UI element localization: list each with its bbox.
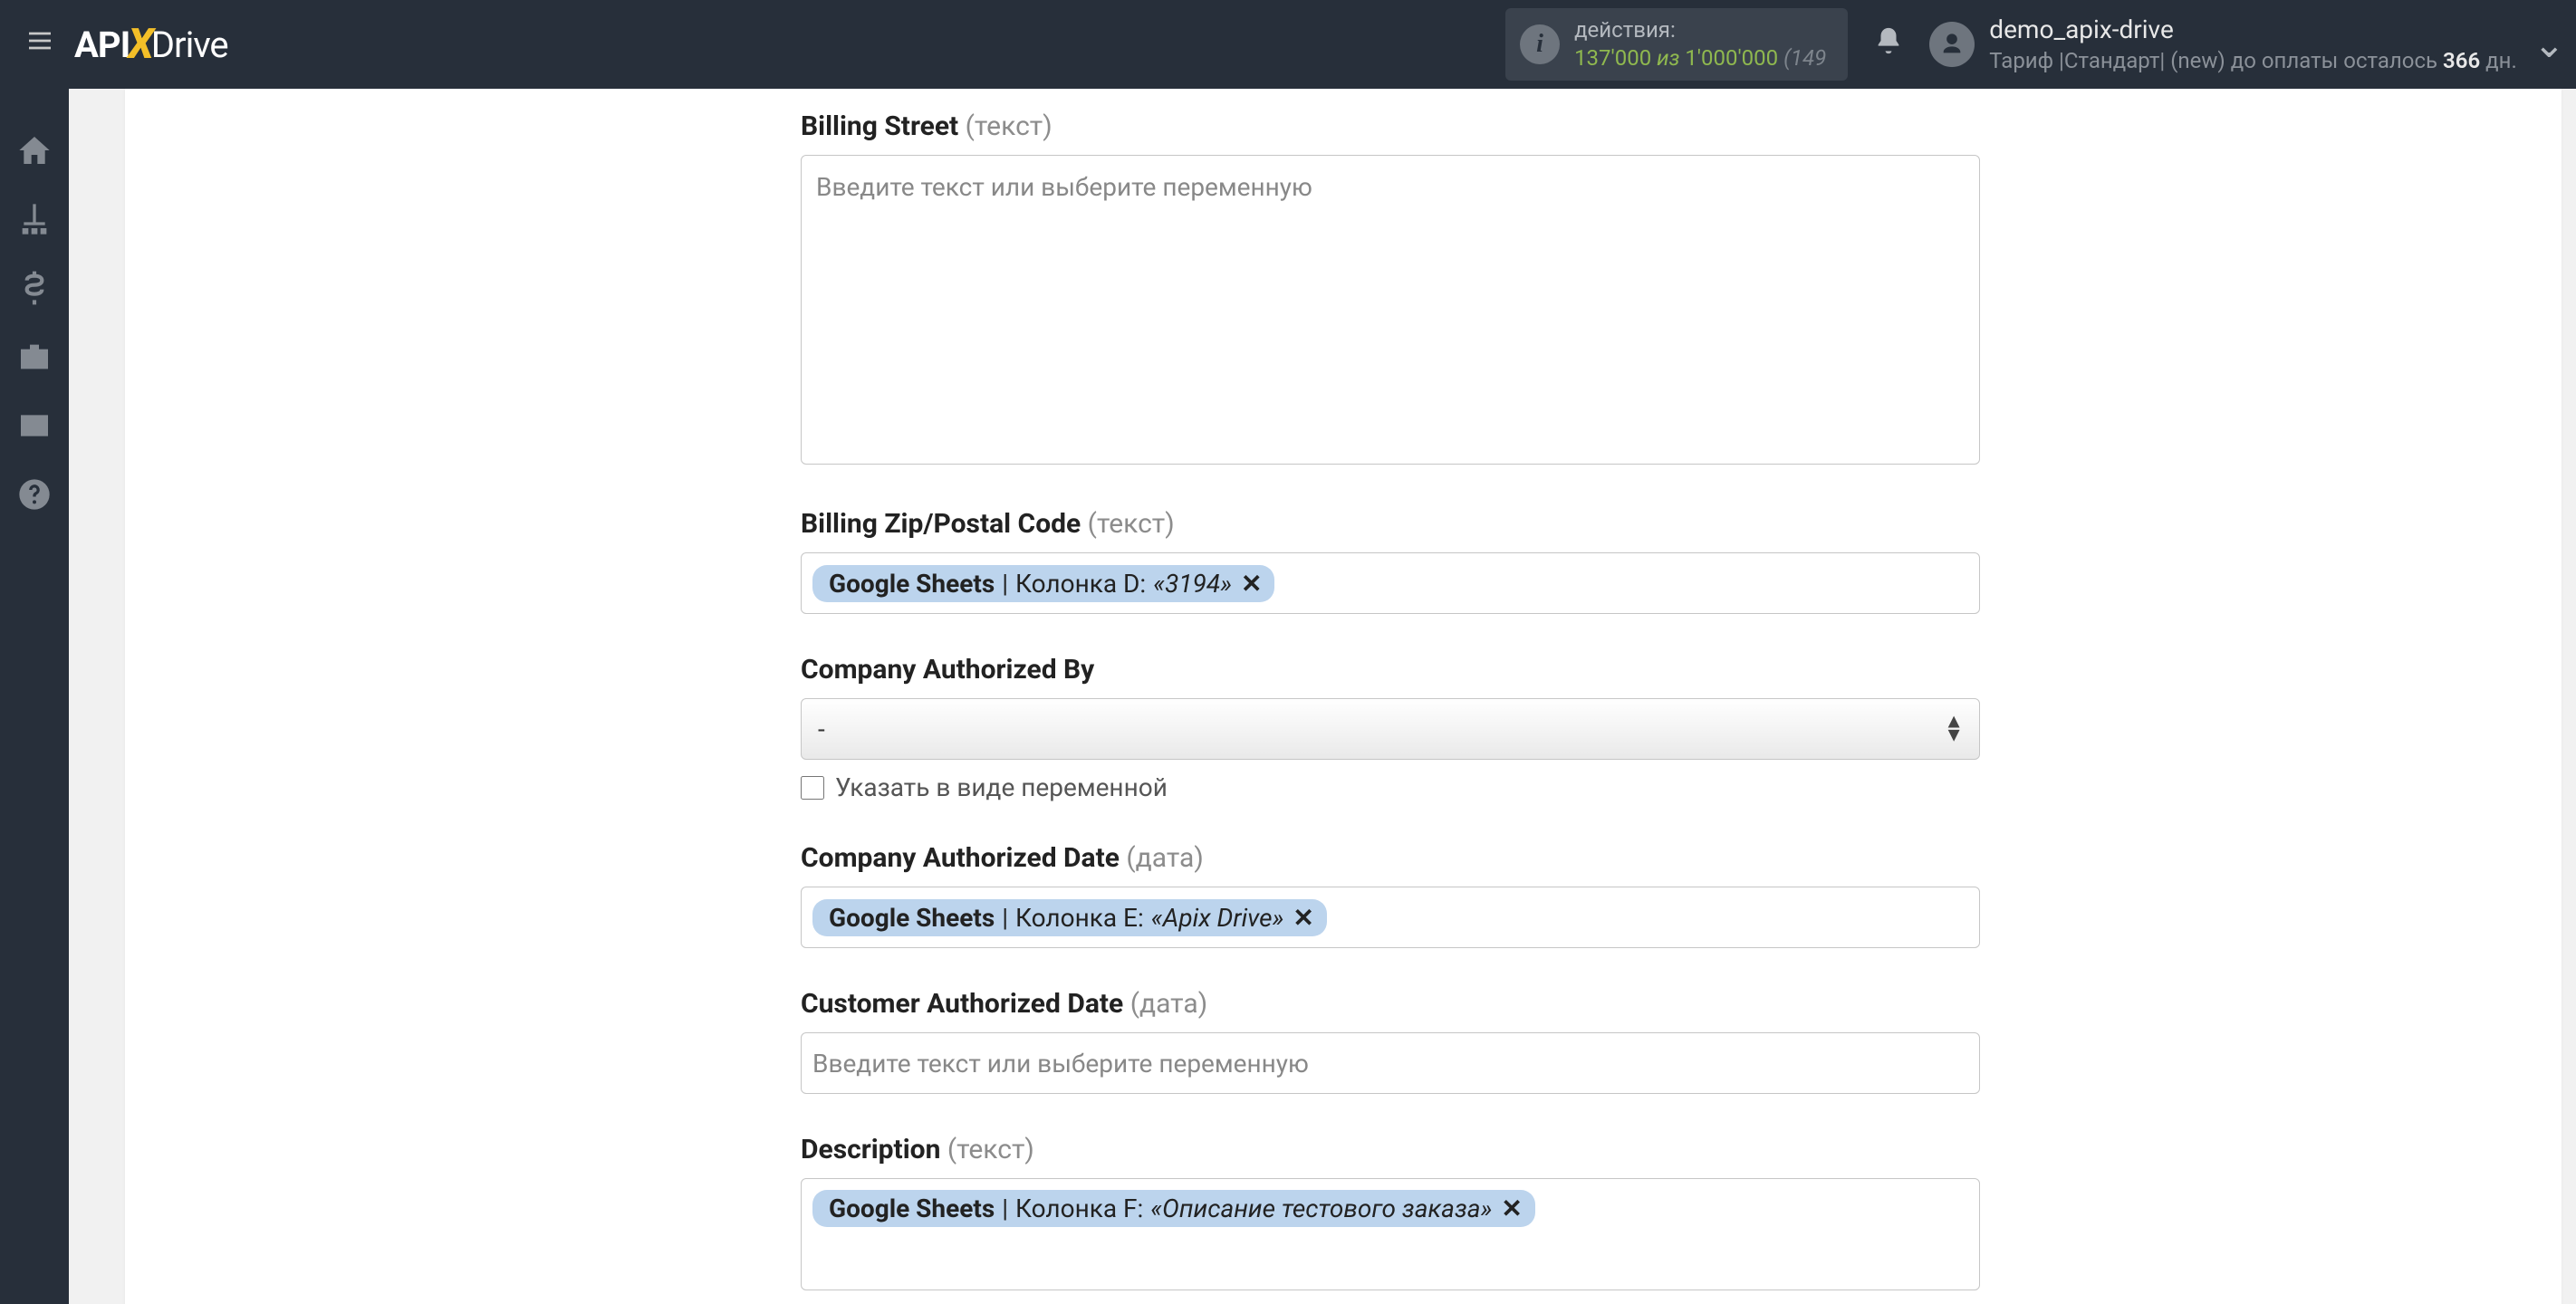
field-company-authorized-by: Company Authorized By - ▲▼ Указать в вид… — [801, 654, 1980, 802]
topbar-right: i действия: 137'000 из 1'000'000 (149 de… — [1505, 8, 2558, 81]
status-numbers: 137'000 из 1'000'000 (149 — [1574, 44, 1826, 72]
user-block[interactable]: demo_apix-drive Тариф |Стандарт| (new) д… — [1929, 14, 2517, 75]
topbar: API X Drive i действия: 137'000 из 1'000… — [0, 0, 2576, 89]
field-label: Customer Authorized Date (дата) — [801, 988, 1980, 1020]
help-icon[interactable] — [0, 460, 69, 529]
status-label: действия: — [1574, 16, 1826, 44]
chip-remove-icon[interactable]: ✕ — [1293, 903, 1313, 933]
info-icon: i — [1520, 24, 1560, 64]
sidebar — [0, 89, 69, 1304]
field-customer-authorized-date: Customer Authorized Date (дата) — [801, 988, 1980, 1094]
status-lines: действия: 137'000 из 1'000'000 (149 — [1574, 16, 1826, 72]
checkbox-label: Указать в виде переменной — [835, 772, 1168, 802]
logo[interactable]: API X Drive — [74, 20, 228, 69]
field-description: Description (текст) Google Sheets | Коло… — [801, 1134, 1980, 1290]
contact-card-icon[interactable] — [0, 391, 69, 460]
logo-x: X — [128, 20, 152, 69]
field-billing-zip: Billing Zip/Postal Code (текст) Google S… — [801, 508, 1980, 614]
form-card: Billing Street (текст) Billing Zip/Posta… — [125, 89, 2562, 1304]
avatar-icon — [1929, 22, 1975, 67]
field-label: Billing Zip/Postal Code (текст) — [801, 508, 1980, 540]
field-label: Billing Street (текст) — [801, 110, 1980, 142]
company-authorized-by-select[interactable]: - — [801, 698, 1980, 760]
billing-zip-input[interactable]: Google Sheets | Колонка D: «3194» ✕ — [801, 552, 1980, 614]
sitemap-icon[interactable] — [0, 185, 69, 254]
canvas: Billing Street (текст) Billing Zip/Posta… — [69, 89, 2576, 1304]
page-scroll[interactable]: Billing Street (текст) Billing Zip/Posta… — [69, 89, 2576, 1304]
notifications-icon[interactable] — [1864, 25, 1913, 64]
chip-remove-icon[interactable]: ✕ — [1501, 1194, 1522, 1223]
billing-street-input[interactable] — [801, 155, 1980, 465]
description-input[interactable]: Google Sheets | Колонка F: «Описание тес… — [801, 1178, 1980, 1290]
chevron-down-icon[interactable]: ⌄ — [2533, 22, 2565, 67]
field-billing-street: Billing Street (текст) — [801, 110, 1980, 468]
home-icon[interactable] — [0, 116, 69, 185]
as-variable-checkbox-row[interactable]: Указать в виде переменной — [801, 772, 1980, 802]
chip-remove-icon[interactable]: ✕ — [1241, 569, 1262, 599]
user-lines: demo_apix-drive Тариф |Стандарт| (new) д… — [1989, 14, 2517, 75]
field-label: Company Authorized By — [801, 654, 1980, 686]
logo-drive: Drive — [151, 24, 228, 66]
logo-api: API — [74, 24, 130, 66]
menu-icon[interactable] — [11, 25, 69, 63]
form-column: Billing Street (текст) Billing Zip/Posta… — [801, 89, 1980, 1304]
field-label: Company Authorized Date (дата) — [801, 842, 1980, 874]
user-plan: Тариф |Стандарт| (new) до оплаты осталос… — [1989, 47, 2517, 75]
variable-chip[interactable]: Google Sheets | Колонка E: «Apix Drive» … — [812, 899, 1327, 936]
customer-authorized-date-text[interactable] — [812, 1049, 1968, 1079]
user-name: demo_apix-drive — [1989, 14, 2517, 46]
select-wrap: - ▲▼ — [801, 698, 1980, 760]
variable-chip[interactable]: Google Sheets | Колонка F: «Описание тес… — [812, 1190, 1535, 1227]
status-chip[interactable]: i действия: 137'000 из 1'000'000 (149 — [1505, 8, 1848, 81]
field-company-authorized-date: Company Authorized Date (дата) Google Sh… — [801, 842, 1980, 948]
customer-authorized-date-input[interactable] — [801, 1032, 1980, 1094]
variable-chip[interactable]: Google Sheets | Колонка D: «3194» ✕ — [812, 565, 1274, 602]
as-variable-checkbox[interactable] — [801, 776, 824, 800]
field-label: Description (текст) — [801, 1134, 1980, 1165]
briefcase-icon[interactable] — [0, 322, 69, 391]
billing-icon[interactable] — [0, 254, 69, 322]
company-authorized-date-input[interactable]: Google Sheets | Колонка E: «Apix Drive» … — [801, 887, 1980, 948]
